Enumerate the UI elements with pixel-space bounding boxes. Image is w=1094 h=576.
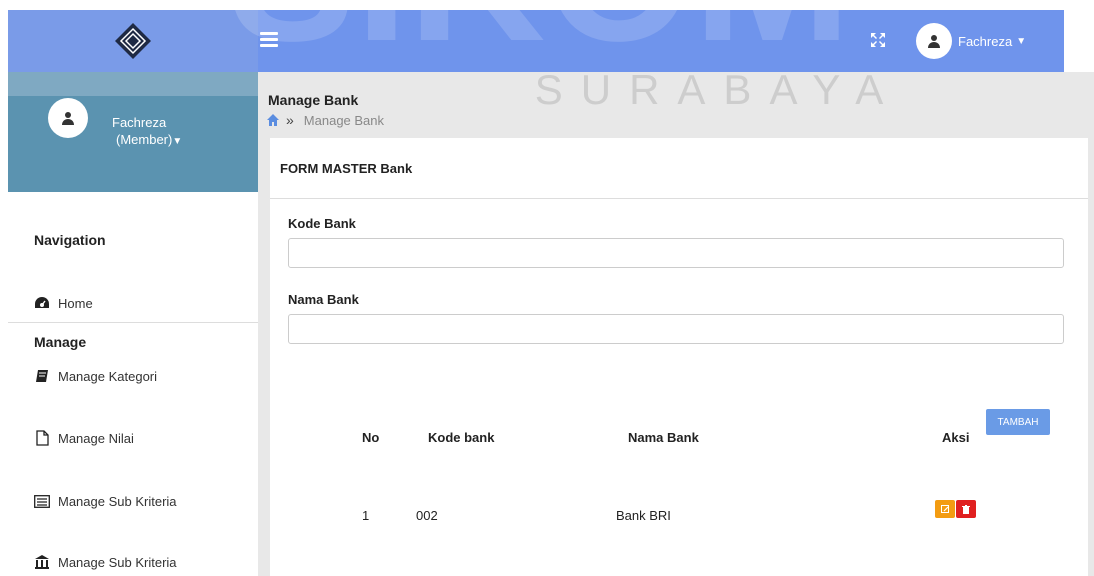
sidebar-item-label: Manage Kategori	[58, 368, 158, 384]
dashboard-icon	[34, 295, 50, 311]
table-header-aksi: Aksi	[942, 430, 970, 445]
cell-no: 1	[362, 508, 370, 523]
hamburger-icon[interactable]	[260, 32, 278, 48]
edit-button[interactable]	[935, 500, 955, 518]
sidebar-item-label: Manage Sub Kriteria	[58, 493, 177, 509]
profile-name: Fachreza	[112, 115, 167, 130]
sidebar: Fachreza (Member)▼ Navigation Home Manag…	[8, 72, 259, 576]
file-icon	[34, 430, 50, 446]
user-menu[interactable]: Fachreza ▼	[916, 16, 1026, 66]
page-title: Manage Bank	[268, 92, 359, 108]
sidebar-item-label: Manage Sub Kriteria	[58, 554, 177, 570]
sidebar-item-manage-nilai[interactable]: Manage Nilai	[34, 430, 134, 446]
home-icon[interactable]	[266, 113, 280, 127]
navigation-heading: Navigation	[34, 232, 106, 248]
tambah-button[interactable]: TAMBAH	[986, 409, 1050, 435]
sidebar-item-manage-sub-kriteria-2[interactable]: Manage Sub Kriteria	[34, 554, 177, 570]
profile-name-block[interactable]: Fachreza (Member)▼	[96, 114, 182, 150]
sidebar-item-label: Manage Nilai	[58, 430, 134, 446]
breadcrumb: » Manage Bank	[266, 112, 384, 128]
sidebar-item-label: Home	[58, 295, 93, 311]
user-icon	[928, 35, 940, 48]
double-chevron-icon: »	[286, 112, 294, 128]
cell-nama: Bank BRI	[616, 508, 671, 523]
profile-panel: Fachreza (Member)▼	[8, 72, 258, 192]
diamond-logo-icon	[115, 23, 151, 59]
caret-down-icon: ▼	[1016, 35, 1027, 47]
nama-bank-label: Nama Bank	[288, 292, 359, 307]
list-icon	[34, 493, 50, 509]
profile-role: (Member)	[116, 132, 173, 147]
caret-down-icon: ▼	[172, 136, 183, 147]
user-name: Fachreza	[958, 33, 1013, 49]
kode-bank-label: Kode Bank	[288, 216, 356, 231]
brand-area[interactable]	[8, 10, 258, 72]
manage-heading: Manage	[34, 334, 87, 350]
main-content: Manage Bank » Manage Bank FORM MASTER Ba…	[258, 72, 1094, 576]
sidebar-item-manage-kategori[interactable]: Manage Kategori	[34, 368, 157, 384]
fullscreen-icon[interactable]	[870, 32, 886, 48]
trash-icon	[962, 504, 970, 514]
breadcrumb-current: Manage Bank	[303, 112, 385, 128]
sidebar-item-home[interactable]: Home	[34, 295, 93, 311]
form-title: FORM MASTER Bank	[270, 138, 1088, 199]
table-header-nama: Nama Bank	[628, 430, 699, 445]
table-header-no: No	[362, 430, 380, 445]
cell-kode: 002	[416, 508, 438, 523]
edit-icon	[940, 504, 949, 513]
book-icon	[34, 368, 50, 384]
avatar	[916, 23, 952, 59]
sidebar-item-manage-sub-kriteria[interactable]: Manage Sub Kriteria	[34, 493, 177, 509]
user-icon	[62, 112, 74, 125]
avatar	[48, 98, 88, 138]
divider	[8, 322, 258, 323]
top-navbar: Fachreza ▼	[8, 10, 1064, 72]
form-card: FORM MASTER Bank Kode Bank Nama Bank TAM…	[270, 138, 1088, 576]
nama-bank-input[interactable]	[288, 314, 1064, 344]
delete-button[interactable]	[956, 500, 976, 518]
bank-icon	[34, 554, 50, 570]
kode-bank-input[interactable]	[288, 238, 1064, 268]
table-header-kode: Kode bank	[428, 430, 495, 445]
